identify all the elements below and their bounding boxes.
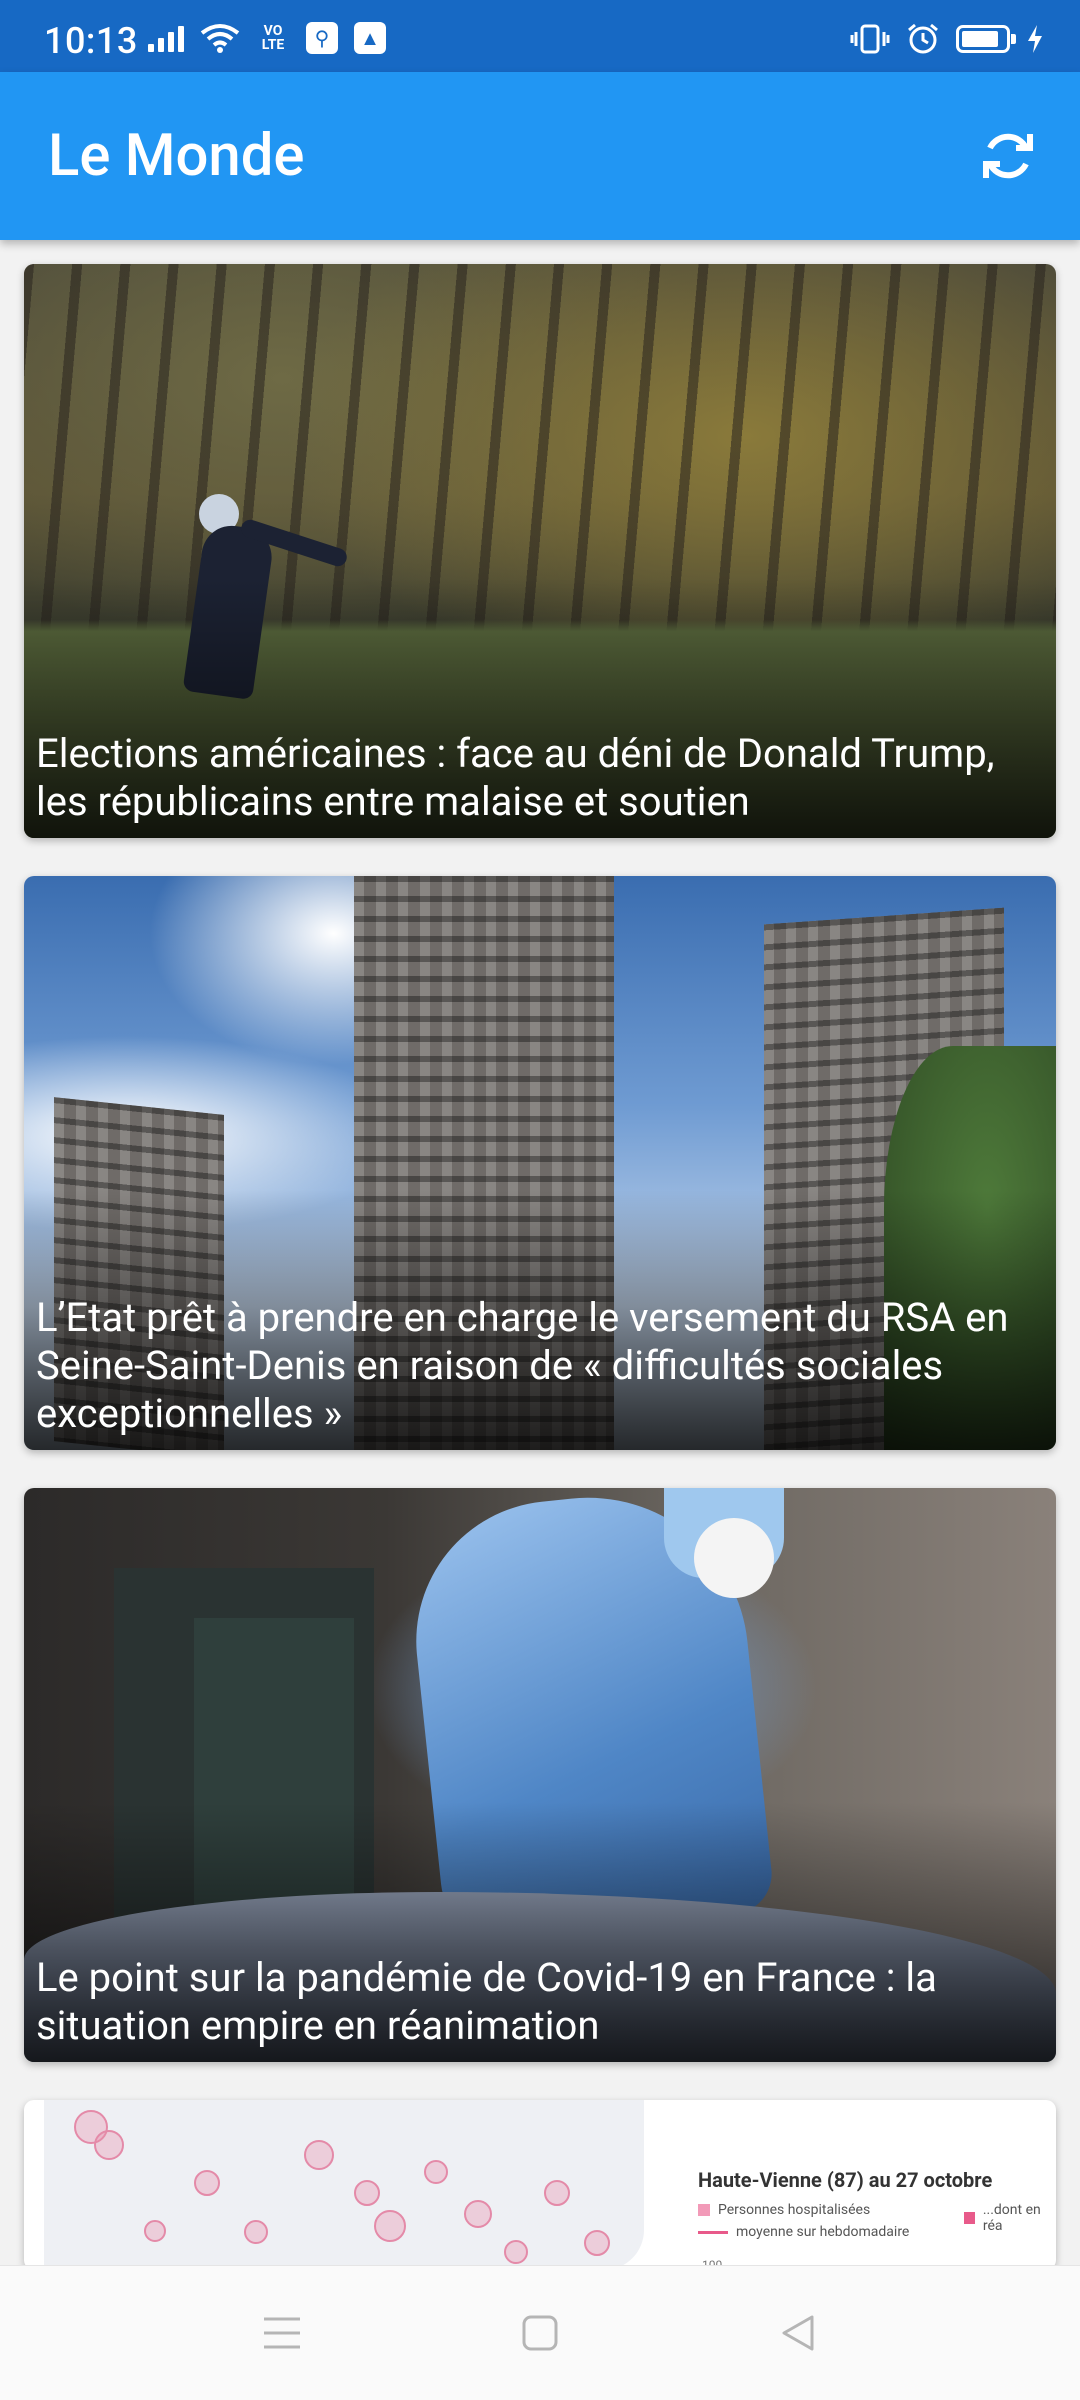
article-title: Elections américaines : face au déni de … — [36, 730, 995, 825]
usb-icon: ⚲ — [306, 22, 338, 54]
status-right-icons — [850, 22, 1044, 56]
article-feed: Elections américaines : face au déni de … — [24, 264, 1056, 2270]
back-button[interactable] — [758, 2298, 838, 2368]
article-card[interactable]: L’Etat prêt à prendre en charge le verse… — [24, 876, 1056, 1450]
home-icon — [522, 2315, 558, 2351]
article-card[interactable]: Le point sur la pandémie de Covid-19 en … — [24, 1488, 1056, 2062]
volte-icon: VO LTE — [261, 23, 285, 53]
article-card-partial[interactable]: Haute-Vienne (87) au 27 octobre Personne… — [24, 2100, 1056, 2270]
refresh-icon — [983, 133, 1033, 179]
back-icon — [782, 2315, 814, 2351]
vibrate-icon — [850, 24, 890, 54]
signal-icon — [148, 24, 184, 52]
home-button[interactable] — [500, 2298, 580, 2368]
status-left-icons: VO LTE ⚲ ▲ — [148, 22, 386, 54]
app-title: Le Monde — [48, 122, 305, 190]
refresh-button[interactable] — [968, 116, 1048, 196]
menu-icon — [264, 2317, 300, 2349]
charging-icon — [1028, 25, 1042, 53]
chart-title: Haute-Vienne (87) au 27 octobre — [698, 2168, 993, 2192]
article-card[interactable]: Elections américaines : face au déni de … — [24, 264, 1056, 838]
article-title: L’Etat prêt à prendre en charge le verse… — [36, 1294, 1009, 1437]
battery-icon — [956, 25, 1016, 53]
legend-hospitalised: Personnes hospitalisées — [698, 2202, 870, 2218]
status-bar: 10:13 VO LTE ⚲ ▲ — [0, 0, 1080, 72]
battery-level — [962, 31, 998, 47]
system-nav-bar — [0, 2265, 1080, 2400]
article-title: Le point sur la pandémie de Covid-19 en … — [36, 1954, 937, 2049]
status-time: 10:13 — [44, 20, 138, 62]
app-notification-icon: ▲ — [354, 22, 386, 54]
menu-button[interactable] — [242, 2298, 322, 2368]
wifi-icon — [200, 24, 240, 53]
app-bar: Le Monde — [0, 72, 1080, 240]
legend-icu: ...dont en réa — [964, 2202, 1056, 2234]
alarm-icon — [908, 23, 938, 54]
region-map — [44, 2100, 644, 2270]
legend-average: moyenne sur hebdomadaire — [698, 2224, 909, 2240]
